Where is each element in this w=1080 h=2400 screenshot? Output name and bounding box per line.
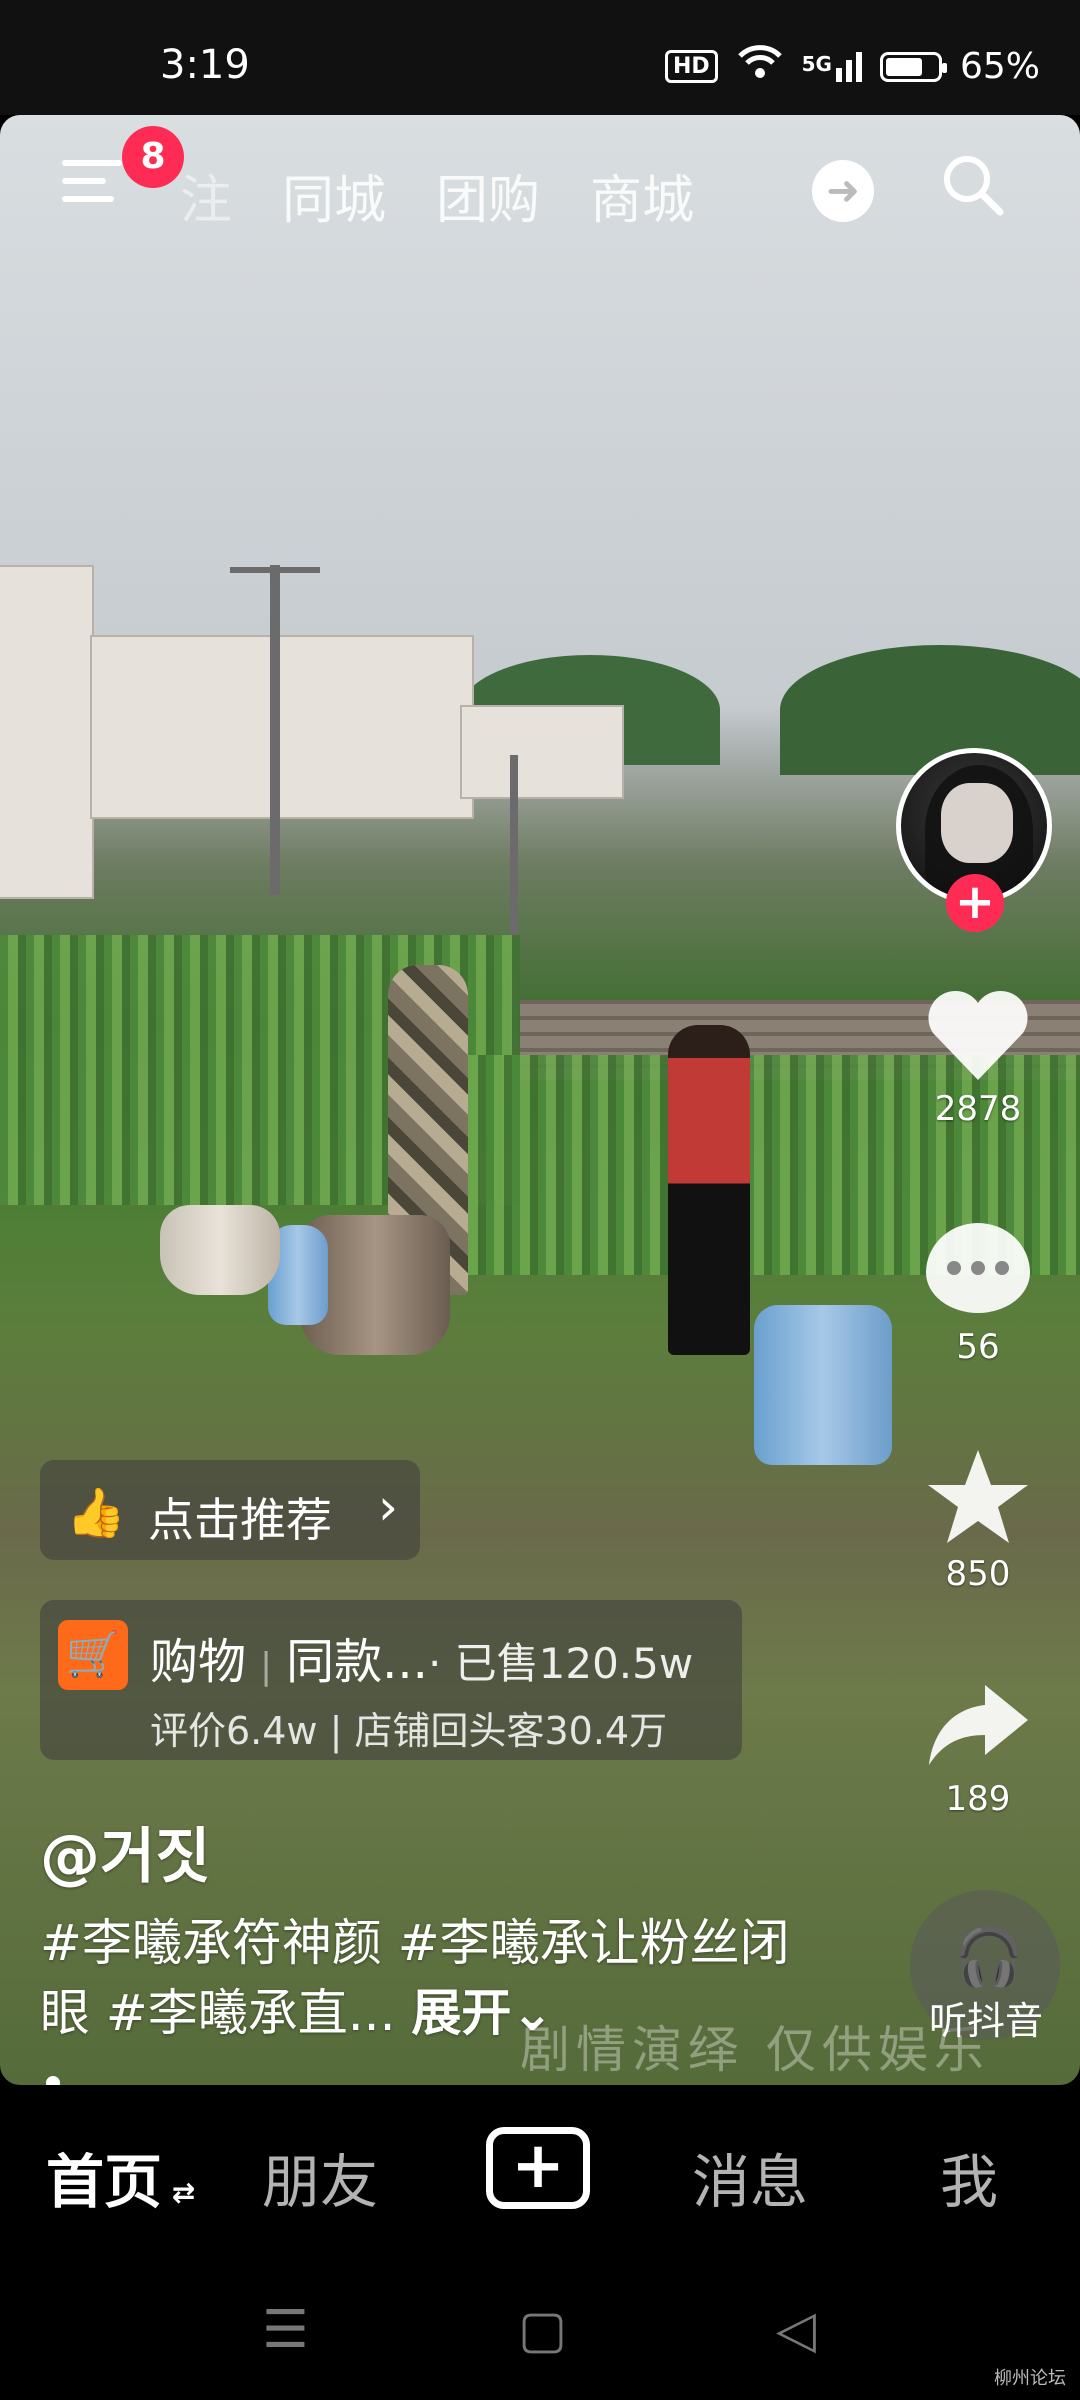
tab-local[interactable]: 同城 xyxy=(282,158,386,233)
repeat-customers: 店铺回头客30.4万 xyxy=(354,1709,668,1753)
status-bar: 3:19 HD 5G 65% xyxy=(0,0,1080,115)
comment-button[interactable]: 56 xyxy=(893,1215,1063,1367)
create-button[interactable]: + xyxy=(486,2127,590,2209)
recommend-button[interactable]: 👍 点击推荐 › xyxy=(40,1460,420,1560)
back-icon[interactable]: ◁ xyxy=(776,2300,816,2360)
battery-icon xyxy=(879,51,947,82)
wifi-icon xyxy=(736,44,784,89)
bucket xyxy=(160,1205,280,1295)
signal-icon: 5G xyxy=(802,51,862,82)
utility-pole xyxy=(270,565,280,895)
shopping-card[interactable]: 🛒 购物 | 同款...· 已售120.5w 评价6.4w | 店铺回头客30.4万 xyxy=(40,1600,742,1760)
star-icon xyxy=(893,1445,1063,1554)
house xyxy=(460,705,624,799)
recommend-label: 点击推荐 xyxy=(148,1493,332,1547)
favorite-button[interactable]: 850 xyxy=(893,1445,1063,1594)
share-count: 189 xyxy=(945,1779,1011,1819)
battery-percent: 65% xyxy=(959,46,1040,87)
like-button[interactable]: 2878 xyxy=(893,985,1063,1129)
heart-icon xyxy=(893,985,1063,1089)
comment-icon xyxy=(926,1223,1030,1313)
house xyxy=(90,635,474,819)
switch-icon: ⇄ xyxy=(162,2176,196,2209)
search-icon[interactable] xyxy=(940,152,1004,216)
woman-figure xyxy=(668,1025,750,1355)
shopping-cart-icon: 🛒 xyxy=(58,1620,128,1690)
shopping-stats-row: 评价6.4w | 店铺回头客30.4万 xyxy=(150,1709,668,1753)
home-icon[interactable]: ▢ xyxy=(518,2300,567,2360)
feed-tabs: 注 同城 团购 商城 xyxy=(180,158,694,233)
rating-count: 评价6.4w xyxy=(150,1709,318,1753)
system-nav-bar: ☰ ▢ ◁ xyxy=(0,2260,1080,2400)
thumbs-up-icon: 👍 xyxy=(66,1485,126,1541)
house xyxy=(0,565,94,899)
notification-badge: 8 xyxy=(122,126,184,188)
product-title: 同款... xyxy=(286,1634,428,1690)
author-name[interactable]: @거짓 xyxy=(40,1808,210,1895)
share-button[interactable]: 189 xyxy=(893,1675,1063,1819)
nav-home[interactable]: 首页 ⇄ xyxy=(46,2135,195,2219)
nav-friends[interactable]: 朋友 xyxy=(262,2135,378,2219)
follow-button[interactable]: + xyxy=(946,874,1004,932)
headphones-icon: 🎧 xyxy=(954,1925,1024,1990)
forum-watermark: 柳州论坛 xyxy=(994,2368,1066,2389)
tab-following[interactable]: 注 xyxy=(180,158,232,233)
nav-me[interactable]: 我 xyxy=(940,2135,998,2219)
refresh-icon[interactable]: ➜ xyxy=(812,160,874,222)
blue-barrel xyxy=(754,1305,892,1465)
favorite-count: 850 xyxy=(945,1554,1011,1594)
shopping-title-row: 购物 | 同款...· 已售120.5w xyxy=(150,1622,693,1692)
comment-count: 56 xyxy=(956,1327,1000,1367)
shopping-label: 购物 xyxy=(150,1634,247,1690)
hill xyxy=(780,645,1080,775)
tab-group-buy[interactable]: 团购 xyxy=(436,158,540,233)
share-arrow-icon xyxy=(893,1675,1063,1779)
clock: 3:19 xyxy=(160,42,250,88)
menu-icon[interactable] xyxy=(62,160,122,210)
bottom-nav: 首页 ⇄ 朋友 + 消息 我 xyxy=(0,2085,1080,2260)
sold-count: · 已售120.5w xyxy=(427,1639,694,1688)
listen-label: 听抖音 xyxy=(928,1999,1043,2043)
tab-mall[interactable]: 商城 xyxy=(590,158,694,233)
chevron-right-icon: › xyxy=(378,1478,398,1536)
divider: | xyxy=(260,1646,273,1687)
recents-icon[interactable]: ☰ xyxy=(262,2300,309,2360)
listen-button[interactable]: 🎧 听抖音 xyxy=(910,1890,1060,2043)
status-icons: HD 5G 65% xyxy=(664,44,1040,89)
like-count: 2878 xyxy=(934,1089,1022,1129)
nav-messages[interactable]: 消息 xyxy=(692,2135,808,2219)
utility-pole-arm xyxy=(230,567,320,573)
hd-icon: HD xyxy=(664,50,718,83)
